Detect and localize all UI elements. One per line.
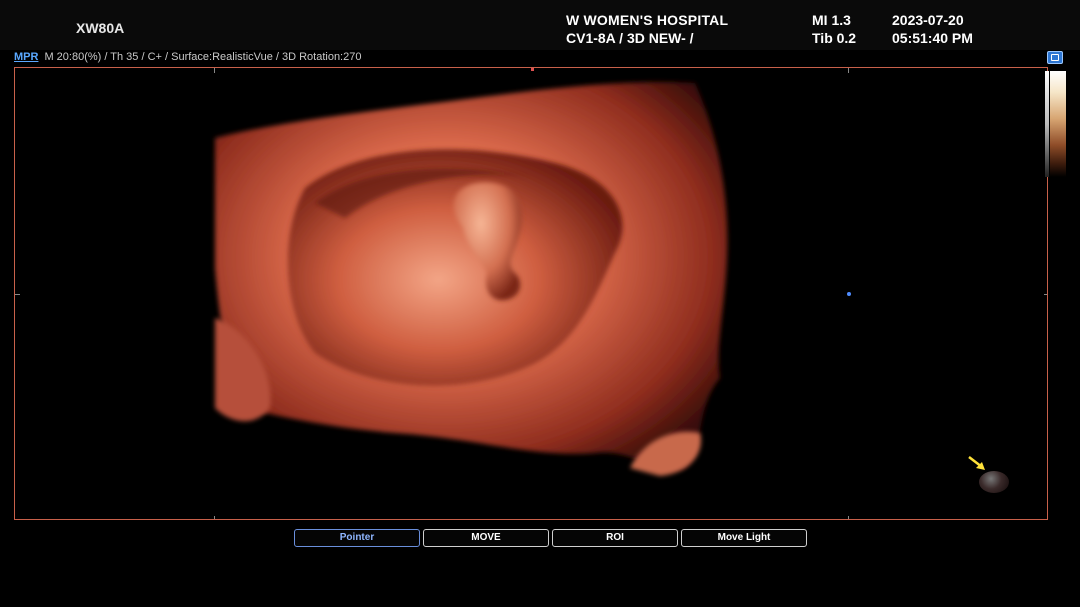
- fetal-3d-render: [215, 82, 728, 476]
- render-params: M 20:80(%) / Th 35 / C+ / Surface:Realis…: [44, 51, 362, 63]
- hospital-name: W WOMEN'S HOSPITAL: [566, 12, 729, 28]
- pointer-button[interactable]: Pointer: [294, 529, 420, 547]
- mechanical-index: MI 1.3: [812, 12, 851, 28]
- tick-mid-left: [15, 294, 20, 295]
- light-source-icon[interactable]: [979, 471, 1009, 493]
- tick-bottom-right: [848, 516, 849, 519]
- color-scale-bar: [1045, 71, 1066, 177]
- tick-top-right: [848, 68, 849, 73]
- render-viewport[interactable]: [14, 67, 1048, 520]
- move-light-button[interactable]: Move Light: [681, 529, 807, 547]
- arrow-icon: [968, 456, 985, 470]
- move-button[interactable]: MOVE: [423, 529, 549, 547]
- mpr-link[interactable]: MPR: [14, 51, 38, 63]
- exam-time: 05:51:40 PM: [892, 30, 973, 46]
- settings-icon[interactable]: [1047, 51, 1063, 64]
- header-bar: XW80A W WOMEN'S HOSPITAL CV1-8A / 3D NEW…: [0, 0, 1080, 50]
- thermal-index: Tib 0.2: [812, 30, 857, 46]
- parameter-bar: MPR M 20:80(%) / Th 35 / C+ / Surface:Rea…: [14, 51, 361, 63]
- probe-preset: CV1-8A / 3D NEW- /: [566, 30, 694, 46]
- tick-top-center: [531, 68, 534, 71]
- exam-date: 2023-07-20: [892, 12, 964, 28]
- device-model: XW80A: [76, 20, 125, 36]
- roi-button[interactable]: ROI: [552, 529, 678, 547]
- tick-bottom-left: [214, 516, 215, 519]
- tick-top-left: [214, 68, 215, 73]
- tick-mid-right: [1044, 294, 1047, 295]
- rotation-center-marker[interactable]: [847, 292, 851, 296]
